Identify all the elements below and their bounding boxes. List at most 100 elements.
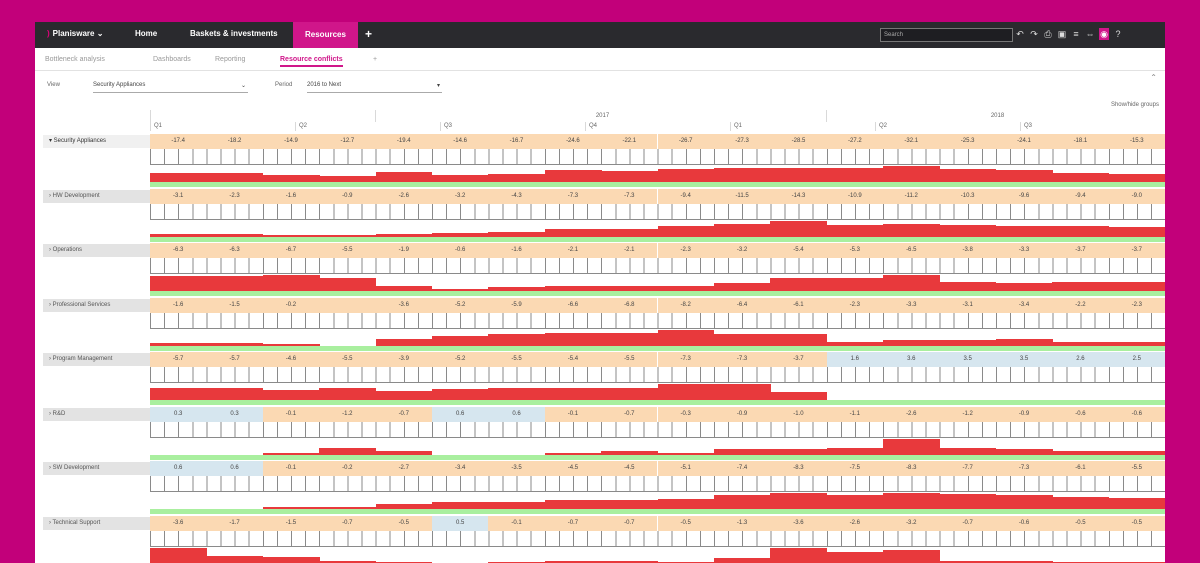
- overload-bar: [657, 169, 715, 182]
- overload-bar: [431, 289, 489, 291]
- tab-dashboards[interactable]: Dashboards: [153, 56, 191, 63]
- brand-logo[interactable]: ) Planisware ⌄: [47, 29, 103, 38]
- overload-bar: [826, 447, 884, 455]
- value-cell: -14.9: [262, 134, 320, 149]
- overload-bar: [1108, 174, 1165, 182]
- overload-bar: [601, 286, 658, 291]
- overload-bar: [262, 275, 320, 291]
- group-label[interactable]: › Technical Support: [43, 516, 150, 530]
- overload-bar: [206, 388, 264, 400]
- resource-group: › Operations -6.3 -6.3 -6.7 -5.5 -1.9 -0.6 -1.6…: [35, 243, 1165, 300]
- overload-bar: [770, 448, 828, 455]
- overload-bar: [713, 283, 771, 291]
- undo-icon[interactable]: ↶: [1015, 28, 1025, 40]
- value-cell: -0.5: [1108, 515, 1165, 531]
- view-select[interactable]: Security Appliances ⌄: [93, 82, 248, 93]
- resource-group: ▾ Security Appliances -17.4 -18.2 -14.9 -12.…: [35, 134, 1165, 191]
- quarter-header: Q3: [1020, 122, 1165, 131]
- value-cell: 0.5: [431, 515, 489, 531]
- week-ticks: [150, 367, 1165, 383]
- value-cell: -2.6: [883, 406, 940, 422]
- overload-bar: [713, 557, 771, 563]
- nav-home[interactable]: Home: [135, 29, 157, 38]
- quarter-header: Q4: [585, 122, 730, 131]
- value-cell: -16.7: [488, 134, 545, 149]
- quarter-header: Q3: [440, 122, 585, 131]
- value-cell: -8.3: [883, 461, 940, 476]
- print-icon[interactable]: ⎙: [1043, 28, 1053, 40]
- overload-bar: [939, 494, 997, 509]
- group-label[interactable]: › HW Development: [43, 189, 150, 203]
- nav-resources[interactable]: Resources: [293, 22, 358, 48]
- value-cell: -10.3: [939, 188, 996, 204]
- value-cell: -14.6: [431, 134, 489, 149]
- save-icon[interactable]: ▣: [1057, 28, 1067, 40]
- value-cell: -6.3: [150, 243, 207, 258]
- overload-bar: [657, 225, 715, 237]
- group-label[interactable]: › R&D: [43, 407, 150, 421]
- group-label[interactable]: › SW Development: [43, 462, 150, 475]
- overload-bar: [1108, 341, 1165, 346]
- value-cell: -0.7: [939, 515, 996, 531]
- collapse-icon[interactable]: ⌃: [1150, 73, 1157, 82]
- show-hide-groups-link[interactable]: Show/hide groups: [1111, 102, 1159, 108]
- value-cell: -17.4: [150, 134, 207, 149]
- period-label: Period: [275, 82, 293, 88]
- timeline-quarters: Q1 Q2 Q3 Q4 Q1 Q2 Q3: [150, 122, 1165, 131]
- help-icon[interactable]: ?: [1113, 28, 1123, 40]
- value-cell: -19.4: [375, 134, 432, 149]
- value-cell: -26.7: [657, 134, 714, 149]
- tab-bottleneck-analysis[interactable]: Bottleneck analysis: [45, 56, 105, 63]
- year-header: 2017: [375, 110, 826, 122]
- overload-bar: [206, 342, 264, 346]
- search-input[interactable]: Search: [880, 28, 1013, 42]
- nav-baskets-investments[interactable]: Baskets & investments: [190, 29, 278, 38]
- redo-icon[interactable]: ↷: [1029, 28, 1039, 40]
- week-ticks: [150, 149, 1165, 165]
- value-cell: 0.6: [150, 461, 207, 476]
- capacity-chart: [150, 328, 1165, 355]
- value-cell: -2.3: [657, 243, 714, 258]
- overload-bar: [713, 495, 771, 509]
- overload-bar: [883, 339, 940, 346]
- add-tab-icon[interactable]: +: [365, 27, 372, 41]
- group-label[interactable]: › Operations: [43, 244, 150, 257]
- overload-bar: [150, 276, 207, 291]
- overload-bar: [601, 171, 658, 182]
- value-cell: -1.1: [826, 406, 884, 422]
- overload-bar: [375, 450, 433, 455]
- value-cell: -0.6: [1052, 406, 1109, 422]
- tab-resource-conflicts[interactable]: Resource conflicts: [280, 56, 343, 67]
- value-cell: -0.7: [601, 515, 658, 531]
- list-icon[interactable]: ≡: [1071, 28, 1081, 40]
- group-label[interactable]: › Program Management: [43, 353, 150, 366]
- overload-bar: [488, 231, 546, 237]
- capacity-band: [150, 454, 1165, 460]
- value-cell: -3.7: [1052, 243, 1109, 258]
- period-select[interactable]: 2016 to Next ▾: [307, 82, 442, 93]
- overload-bar: [262, 175, 320, 182]
- value-cell: -2.2: [1052, 297, 1109, 313]
- capacity-chart: [150, 437, 1165, 464]
- value-cell: -0.5: [1052, 515, 1109, 531]
- tab-reporting[interactable]: Reporting: [215, 56, 245, 63]
- group-label[interactable]: ▾ Security Appliances: [43, 135, 150, 148]
- overload-bar: [375, 233, 433, 237]
- value-cell: -3.9: [375, 352, 432, 367]
- resource-group: › Technical Support -3.6 -1.7 -1.5 -0.7 -0.5 0…: [35, 515, 1165, 563]
- user-icon[interactable]: ◉: [1099, 28, 1109, 40]
- tab-add-icon[interactable]: +: [373, 56, 377, 63]
- overload-bar: [770, 547, 828, 563]
- value-cell: 0.6: [488, 406, 545, 422]
- overload-bar: [995, 448, 1053, 455]
- brand-mark-icon: ): [47, 29, 50, 38]
- group-label[interactable]: › Professional Services: [43, 298, 150, 312]
- overload-bar: [262, 556, 320, 563]
- overload-bar: [488, 333, 546, 346]
- quarter-header: Q2: [875, 122, 1020, 131]
- value-cell: -3.2: [883, 515, 940, 531]
- overload-bar: [939, 224, 997, 237]
- overload-bar: [544, 332, 602, 346]
- value-cell: -2.6: [375, 188, 432, 204]
- expand-icon[interactable]: ⇔: [1085, 28, 1095, 40]
